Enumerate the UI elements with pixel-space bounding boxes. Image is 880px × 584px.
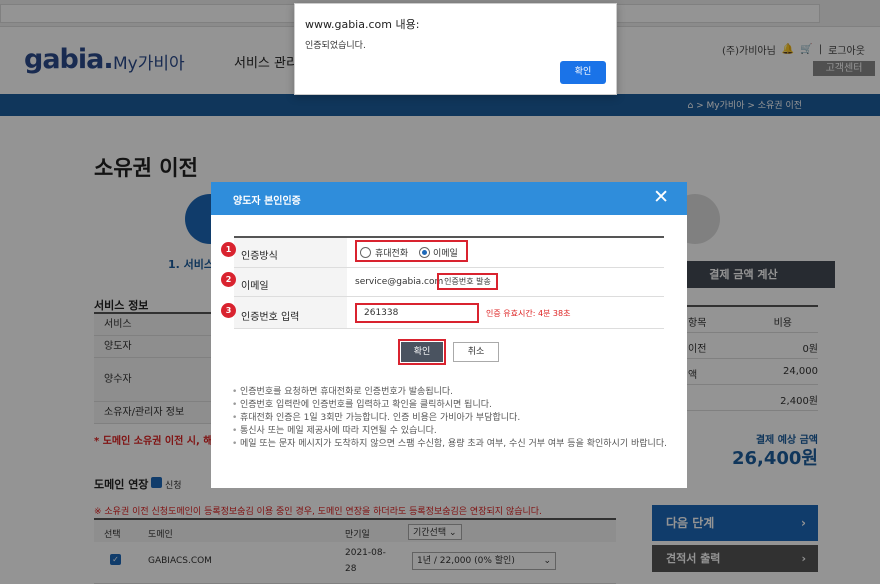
note-item: 인증번호를 요청하면 휴대전화로 인증번호가 발송됩니다. [232, 386, 672, 399]
method-row: 인증방식 휴대전화 이메일 [234, 238, 664, 268]
radio-phone-label: 휴대전화 [375, 249, 409, 259]
alert-message: 인증되었습니다. [305, 41, 366, 51]
send-code-button[interactable]: 인증번호 발송 [437, 273, 498, 290]
cancel-button[interactable]: 취소 [453, 342, 499, 362]
confirm-button[interactable]: 확인 [401, 342, 443, 362]
marker-3: 3 [221, 303, 236, 318]
email-row: 이메일 service@gabia.com 인증번호 발송 [234, 268, 664, 297]
timer-text: 인증 유효시간: 4분 38초 [486, 309, 571, 318]
note-item: 휴대전화 인증은 1일 3회만 가능합니다. 인증 비용은 가비아가 부담합니다… [232, 412, 672, 425]
alert-title: www.gabia.com 내용: [305, 18, 420, 31]
email-value: service@gabia.com [355, 277, 444, 287]
marker-2: 2 [221, 272, 236, 287]
note-item: 메일 또는 문자 메시지가 도착하지 않으면 스팸 수신함, 용량 초과 여부,… [232, 438, 672, 451]
method-label: 인증방식 [241, 251, 278, 262]
verification-form: 인증방식 휴대전화 이메일 이메일 service@gabia.com 인증번호… [234, 236, 664, 329]
verification-modal: 양도자 본인인증 ✕ 인증방식 휴대전화 이메일 이메일 service@gab… [211, 182, 687, 488]
browser-alert-dialog: www.gabia.com 내용: 인증되었습니다. 확인 [294, 3, 617, 95]
code-label: 인증번호 입력 [241, 312, 300, 323]
radio-email[interactable] [419, 247, 430, 258]
alert-ok-button[interactable]: 확인 [560, 61, 606, 84]
code-input[interactable]: 261338 [355, 303, 479, 323]
radio-phone[interactable] [360, 247, 371, 258]
modal-title: 양도자 본인인증 [233, 196, 301, 207]
note-item: 인증번호 입력란에 인증번호를 입력하고 확인을 클릭하시면 됩니다. [232, 399, 672, 412]
modal-header: 양도자 본인인증 ✕ [211, 182, 687, 215]
close-icon[interactable]: ✕ [653, 187, 669, 207]
code-row: 인증번호 입력 261338 인증 유효시간: 4분 38초 [234, 297, 664, 329]
email-label: 이메일 [241, 281, 269, 292]
marker-1: 1 [221, 242, 236, 257]
radio-email-label: 이메일 [433, 249, 458, 259]
notes-list: 인증번호를 요청하면 휴대전화로 인증번호가 발송됩니다. 인증번호 입력란에 … [232, 386, 672, 451]
note-item: 통신사 또는 메일 제공사에 따라 지연될 수 있습니다. [232, 425, 672, 438]
